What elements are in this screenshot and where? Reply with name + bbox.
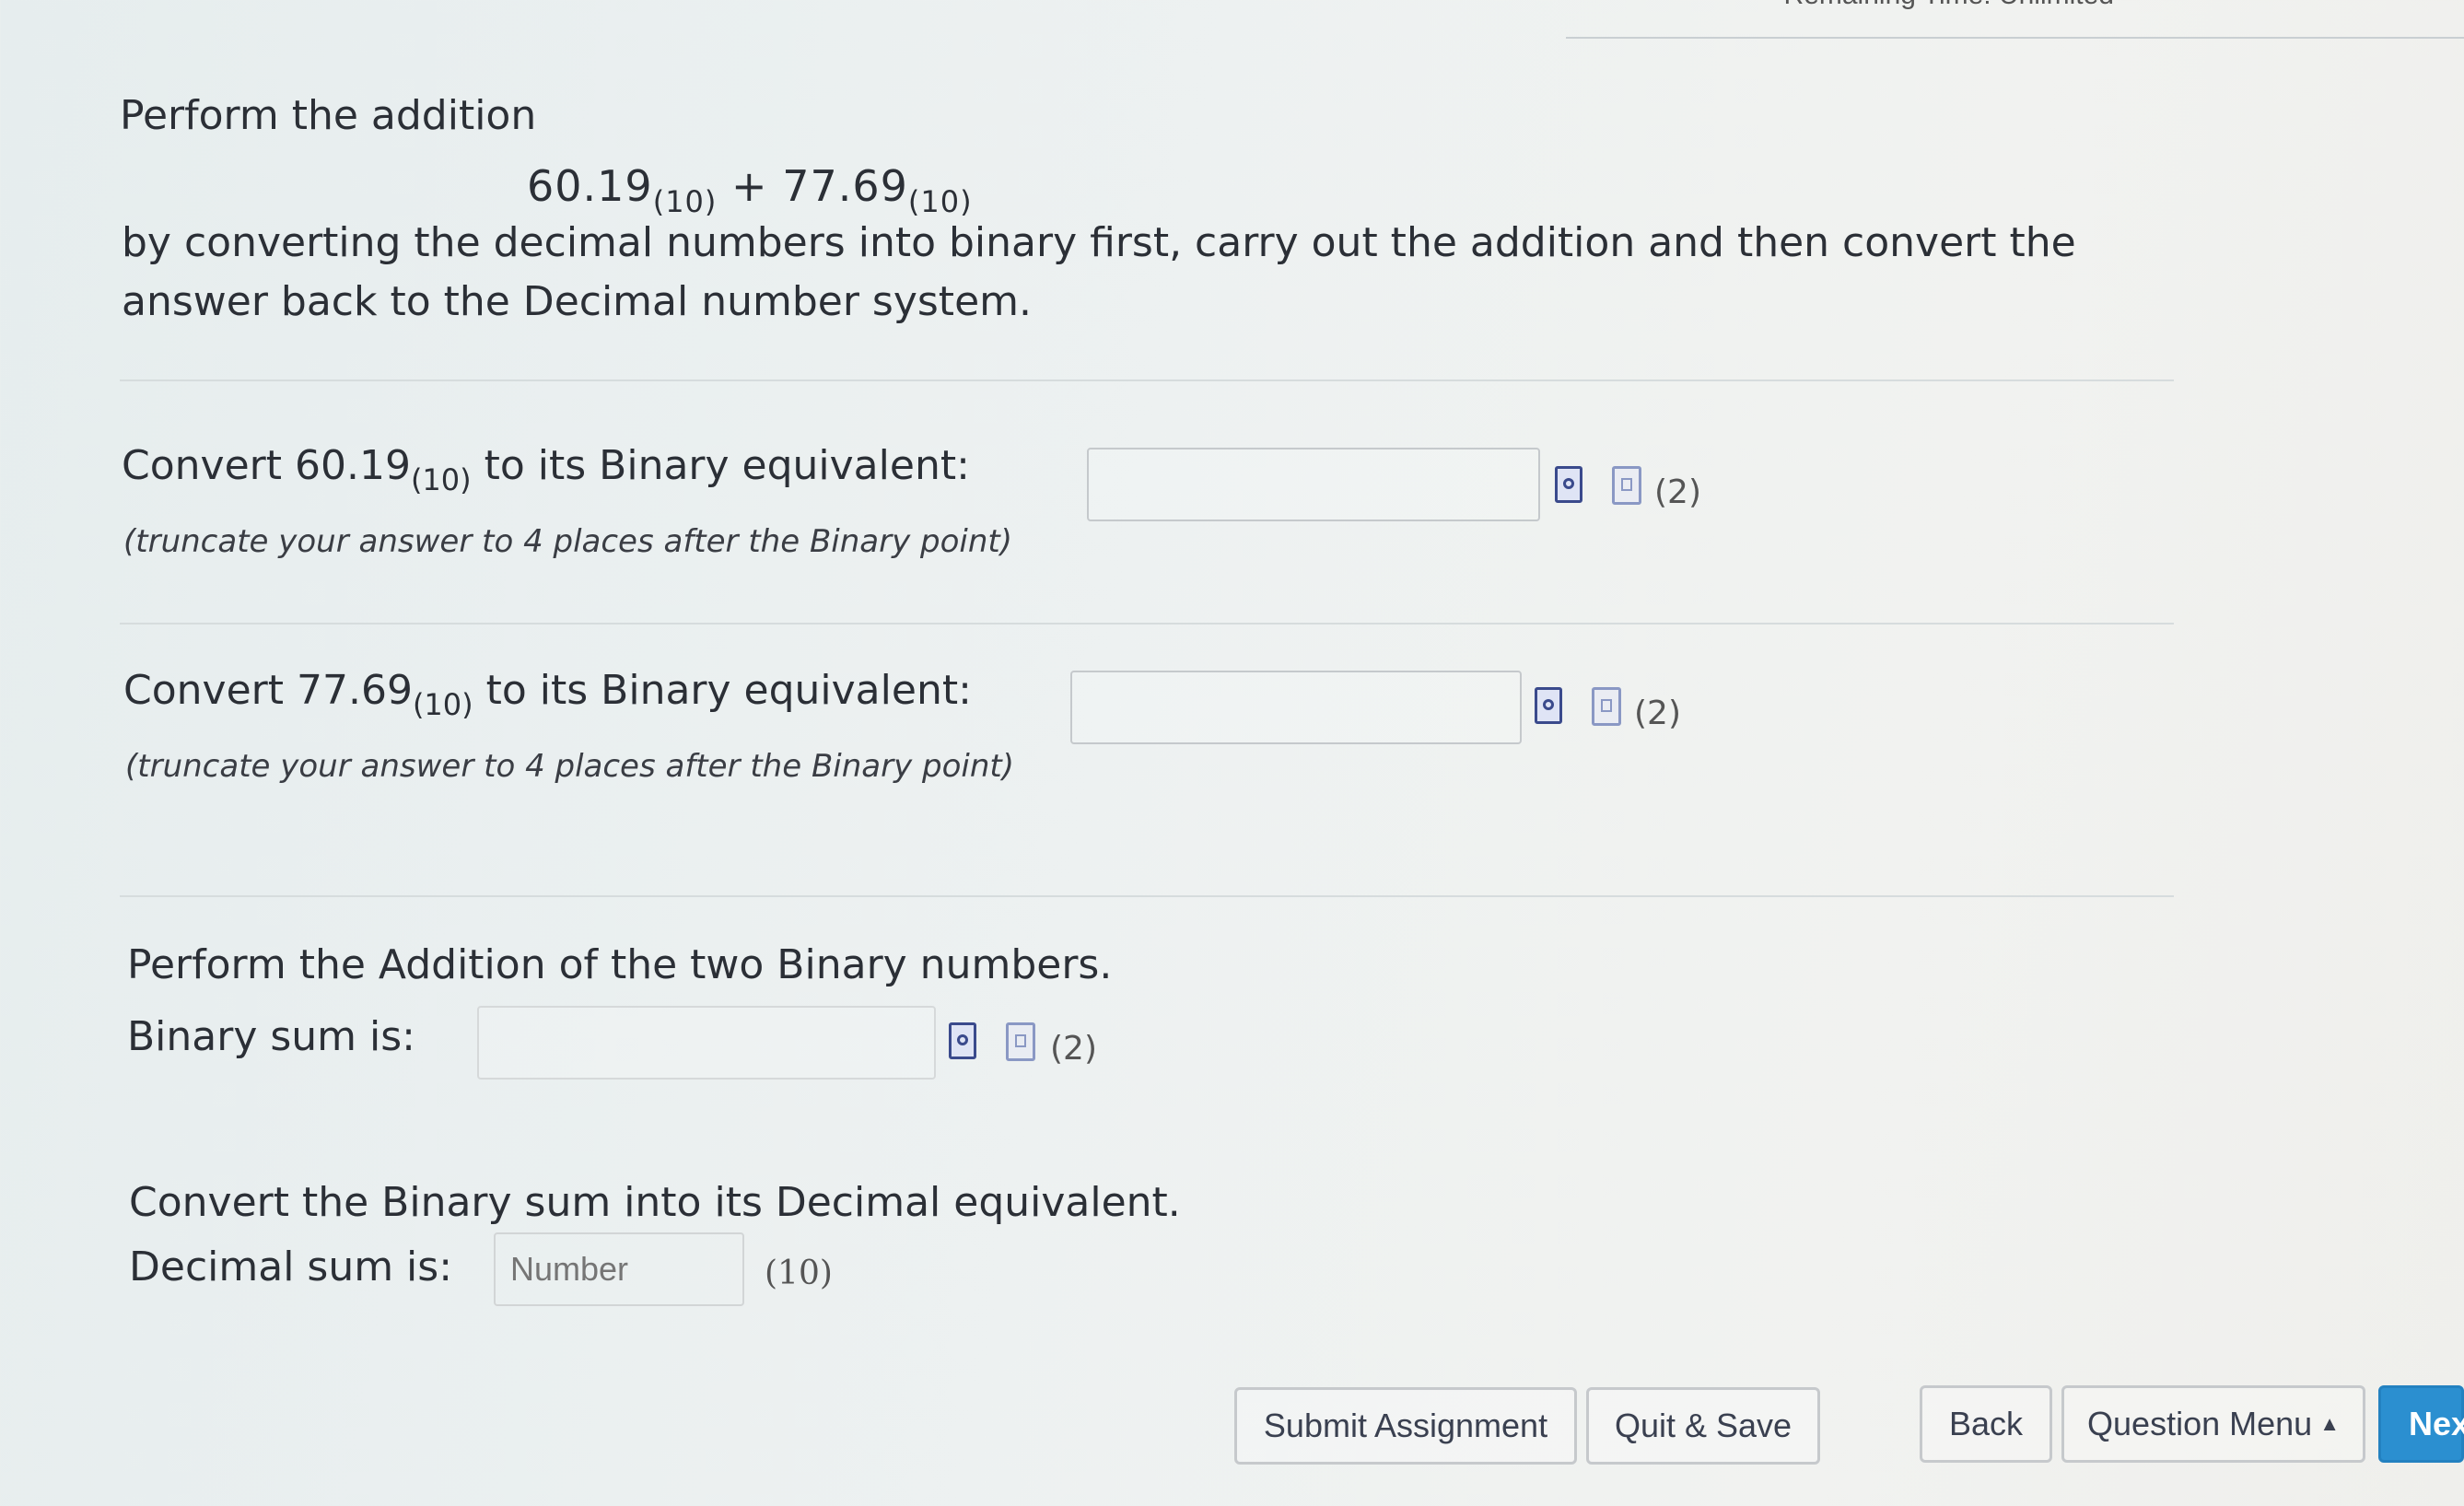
q3-attempts: (2) [1050, 1030, 1097, 1068]
problem-description: by converting the decimal numbers into b… [122, 219, 2076, 325]
quit-save-button[interactable]: Quit & Save [1586, 1387, 1820, 1465]
q1-base: (10) [410, 462, 472, 497]
q3-answer-tool-icon[interactable] [949, 1022, 976, 1059]
q3-answer-box[interactable] [477, 1006, 936, 1080]
q1-label: Convert 60.19(10) to its Binary equivale… [122, 442, 970, 497]
q3-label: Binary sum is: [127, 1013, 416, 1060]
question-menu-label: Question Menu [2087, 1405, 2313, 1442]
q2-answer-preview-icon[interactable] [1592, 687, 1621, 726]
q3-answer-preview-icon[interactable] [1006, 1022, 1035, 1061]
q2-suffix: to its Binary equivalent: [473, 667, 972, 714]
q1-suffix: to its Binary equivalent: [471, 442, 970, 489]
expr-operator: + [717, 161, 783, 211]
q1-answer-preview-icon[interactable] [1612, 466, 1641, 505]
q2-attempts: (2) [1634, 695, 1681, 732]
q1-answer-tool-icon[interactable] [1555, 466, 1582, 503]
back-button[interactable]: Back [1920, 1385, 2052, 1463]
q1-answer-box[interactable] [1087, 448, 1540, 521]
q4-base: (10) [765, 1255, 833, 1292]
top-divider [1566, 37, 2464, 39]
expr-operand-a: 60.19 [527, 161, 653, 211]
q1-note: (truncate your answer to 4 places after … [123, 523, 1012, 560]
q4-heading: Convert the Binary sum into its Decimal … [129, 1179, 1181, 1226]
q2-answer-tool-icon[interactable] [1535, 687, 1562, 724]
question-menu-button[interactable]: Question Menu ▲ [2061, 1385, 2365, 1463]
problem-title: Perform the addition [120, 92, 537, 139]
caret-up-icon: ▲ [2319, 1412, 2340, 1435]
expr-operand-b: 77.69 [782, 161, 908, 211]
decimal-sum-input[interactable] [494, 1232, 744, 1306]
q2-label: Convert 77.69(10) to its Binary equivale… [123, 667, 972, 722]
q4-label: Decimal sum is: [129, 1243, 453, 1290]
q3-heading: Perform the Addition of the two Binary n… [127, 941, 1113, 988]
q1-number: 60.19 [294, 442, 411, 489]
q1-prefix: Convert [122, 442, 295, 489]
q2-prefix: Convert [123, 667, 297, 714]
q1-attempts: (2) [1654, 473, 1701, 511]
section-divider [120, 379, 2174, 381]
q2-number: 77.69 [296, 667, 413, 714]
submit-assignment-button[interactable]: Submit Assignment [1234, 1387, 1577, 1465]
q2-note: (truncate your answer to 4 places after … [125, 748, 1014, 785]
next-button[interactable]: Nex [2378, 1385, 2464, 1463]
q2-answer-box[interactable] [1070, 671, 1522, 744]
section-divider [120, 623, 2174, 625]
section-divider [120, 895, 2174, 897]
problem-expression: 60.19(10) + 77.69(10) [527, 161, 973, 219]
q2-base: (10) [412, 687, 473, 722]
remaining-time: Remaining Time: Unlimited [1784, 0, 2114, 11]
